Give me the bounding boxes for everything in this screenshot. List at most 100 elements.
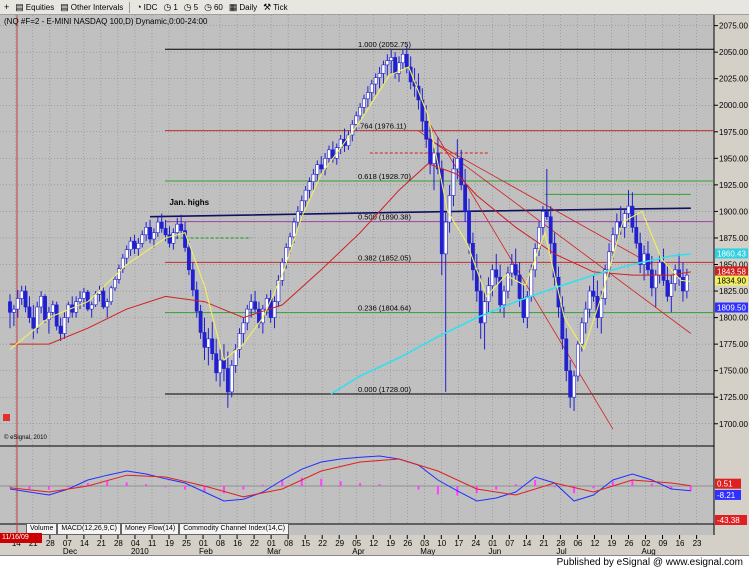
status-bar: Published by eSignal @ www.esignal.com bbox=[0, 555, 749, 570]
candle-body bbox=[490, 269, 495, 287]
x-tick-label: 16 bbox=[676, 539, 685, 548]
x-tick-label: 10 bbox=[437, 539, 446, 548]
candle-body bbox=[482, 301, 487, 324]
candle-body bbox=[544, 211, 549, 218]
x-month-label: Jul bbox=[556, 547, 566, 555]
x-month-label: Feb bbox=[199, 547, 213, 555]
candle-body bbox=[292, 221, 296, 238]
x-tick-label: 19 bbox=[386, 539, 395, 548]
candle-body bbox=[517, 274, 522, 299]
candle-body bbox=[385, 60, 390, 66]
toolbar-button-5[interactable]: ◷ 5 bbox=[182, 1, 200, 14]
candle-body bbox=[509, 264, 514, 274]
x-tick-label: 17 bbox=[454, 539, 463, 548]
candle-body bbox=[101, 290, 106, 308]
toolbar-label: Tick bbox=[273, 2, 288, 12]
candle-body bbox=[311, 173, 316, 182]
candle-body bbox=[89, 304, 94, 310]
candle-body bbox=[638, 242, 643, 265]
candle-body bbox=[626, 205, 631, 214]
x-month-label: May bbox=[420, 547, 435, 555]
x-tick-label: 26 bbox=[625, 539, 634, 548]
y-tick-label: 1775.00 bbox=[719, 340, 748, 349]
cci-value-label: -43.38 bbox=[717, 516, 740, 525]
toolbar-button-1[interactable]: ◷ 1 bbox=[161, 1, 179, 14]
folder-icon: ▤ bbox=[15, 1, 24, 12]
candle-body bbox=[155, 221, 160, 233]
toolbar-label: Daily bbox=[239, 2, 258, 12]
candle-body bbox=[8, 301, 12, 313]
gauge-icon: ◔ bbox=[136, 1, 142, 12]
x-tick-label: 09 bbox=[659, 539, 668, 548]
candle-body bbox=[393, 57, 398, 74]
indicator-tab[interactable]: Money Flow(14) bbox=[121, 524, 180, 535]
fib-label: 0.000 (1728.00) bbox=[358, 385, 411, 394]
x-tick-label: 21 bbox=[539, 539, 548, 548]
toolbar-button-other-intervals[interactable]: ▤ Other Intervals bbox=[58, 1, 125, 14]
y-tick-label: 1950.00 bbox=[719, 154, 748, 163]
candle-body bbox=[591, 290, 596, 297]
x-month-label: Apr bbox=[352, 547, 365, 555]
candle-body bbox=[27, 306, 32, 318]
toolbar-button-add[interactable]: + bbox=[2, 1, 11, 14]
candle-body bbox=[463, 184, 468, 212]
x-month-label: Dec bbox=[63, 547, 77, 555]
candle-body bbox=[303, 189, 308, 202]
toolbar-button-tick[interactable]: ⚒ Tick bbox=[261, 1, 289, 14]
toolbar-button-idc[interactable]: ◔ IDC bbox=[134, 1, 159, 14]
candle-body bbox=[299, 200, 304, 212]
candle-body bbox=[614, 221, 619, 236]
x-tick-label: 16 bbox=[233, 539, 242, 548]
candle-body bbox=[583, 308, 588, 324]
folder-icon: ▤ bbox=[60, 1, 69, 12]
x-tick-label: 14 bbox=[522, 539, 531, 548]
candle-body bbox=[307, 181, 312, 191]
indicator-tab[interactable]: MACD(12,26,9,C) bbox=[57, 524, 121, 535]
candle-body bbox=[611, 234, 615, 253]
candle-body bbox=[179, 223, 184, 231]
x-tick-label: 29 bbox=[335, 539, 344, 548]
candle-body bbox=[109, 287, 114, 302]
x-tick-label: 14 bbox=[80, 539, 89, 548]
candle-body bbox=[136, 242, 141, 249]
y-tick-label: 1900.00 bbox=[719, 207, 748, 216]
toolbar-button-equities[interactable]: ▤ Equities bbox=[13, 1, 56, 14]
published-text: Published by eSignal @ www.esignal.com bbox=[556, 557, 743, 568]
candle-body bbox=[163, 228, 168, 236]
x-tick-label: 21 bbox=[97, 539, 106, 548]
toolbar-label: Equities bbox=[25, 2, 55, 12]
candle-body bbox=[669, 283, 674, 297]
candle-body bbox=[653, 274, 658, 289]
toolbar-label: 5 bbox=[193, 2, 199, 12]
indicator-tab[interactable]: Commodity Channel Index(14,C) bbox=[179, 524, 290, 535]
x-tick-label: 12 bbox=[369, 539, 378, 548]
y-tick-label: 2050.00 bbox=[719, 48, 748, 57]
candle-body bbox=[225, 368, 230, 393]
candle-body bbox=[634, 227, 639, 244]
candle-body bbox=[11, 308, 16, 313]
candle-body bbox=[657, 262, 662, 276]
candle-body bbox=[175, 223, 180, 233]
candle-body bbox=[377, 73, 382, 78]
copyright-text: © eSignal, 2010 bbox=[4, 434, 47, 441]
x-tick-label: 11 bbox=[148, 539, 157, 548]
candle-body bbox=[373, 77, 378, 85]
price-tag-label: 1860.43 bbox=[717, 249, 746, 258]
candle-body bbox=[272, 301, 277, 318]
candle-body bbox=[661, 262, 666, 281]
toolbar-button-daily[interactable]: ▦ Daily bbox=[227, 1, 259, 14]
toolbar-label: IDC bbox=[143, 2, 158, 12]
toolbar-button-60[interactable]: ◷ 60 bbox=[202, 1, 225, 14]
candle-body bbox=[148, 227, 152, 240]
candle-body bbox=[132, 240, 137, 249]
candle-body bbox=[587, 290, 592, 310]
calendar-icon: ▦ bbox=[228, 1, 238, 12]
candle-body bbox=[404, 53, 409, 68]
toolbar-label: Other Intervals bbox=[70, 2, 124, 12]
candle-body bbox=[15, 298, 20, 310]
candle-body bbox=[362, 98, 366, 108]
fib-label: 1.000 (2052.75) bbox=[358, 40, 411, 49]
price-chart: 1700.00 1725.00 1750.00 1775.00 1800.00 1825.… bbox=[0, 15, 749, 555]
x-tick-label: 22 bbox=[250, 539, 259, 548]
x-month-label: Aug bbox=[642, 547, 656, 555]
